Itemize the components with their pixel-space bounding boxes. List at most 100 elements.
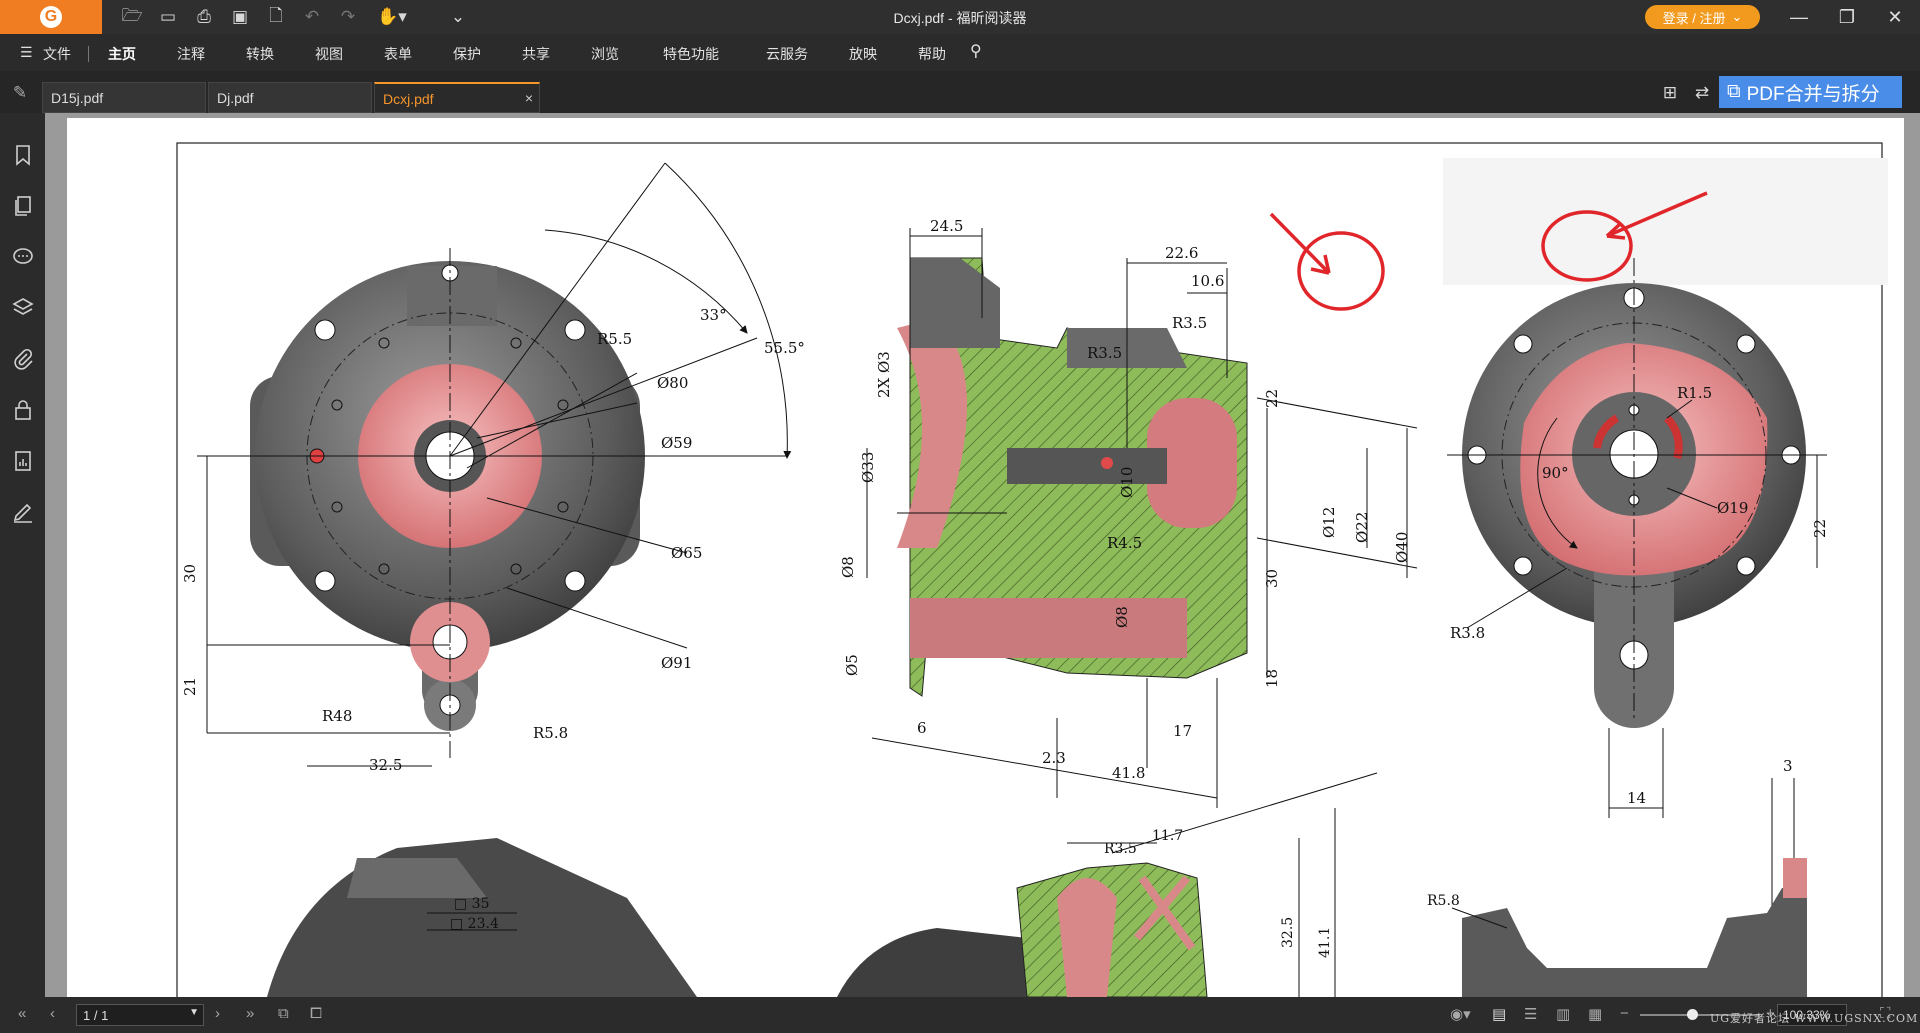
layers-icon[interactable] [11, 296, 35, 320]
menu-view[interactable]: 视图 [315, 44, 343, 64]
first-page-icon[interactable]: « [18, 1005, 26, 1022]
attachment-icon[interactable] [11, 347, 35, 371]
svg-text:Ø33: Ø33 [859, 452, 877, 483]
login-label: 登录 / 注册 [1662, 10, 1726, 26]
open-folder-icon[interactable]: 🗁 [118, 4, 146, 30]
svg-text:30: 30 [181, 564, 199, 583]
menu-convert[interactable]: 转换 [246, 44, 274, 64]
single-page-icon[interactable]: ▤ [1492, 1005, 1506, 1023]
close-window-icon[interactable]: ✕ [1874, 2, 1916, 32]
print-preview-icon[interactable]: ▣ [226, 4, 254, 30]
svg-text:41.8: 41.8 [1112, 764, 1145, 782]
tab-dj[interactable]: Dj.pdf [208, 82, 372, 113]
svg-text:2X Ø3: 2X Ø3 [875, 351, 893, 398]
redo-icon[interactable]: ↷ [334, 4, 362, 30]
new-document-icon[interactable]: 🗋 [262, 4, 290, 30]
pdf-merge-split-button[interactable]: ⧉ PDF合并与拆分 [1719, 76, 1902, 108]
pages-thumbnail-icon[interactable] [11, 194, 35, 218]
facing-pages-icon[interactable]: ▥ [1556, 1005, 1570, 1023]
switch-window-icon[interactable]: ⇄ [1688, 80, 1716, 106]
security-lock-icon[interactable] [11, 398, 35, 422]
login-button[interactable]: 登录 / 注册 ⌄ [1645, 5, 1760, 29]
svg-text:□ 35: □ 35 [454, 896, 490, 912]
continuous-facing-icon[interactable]: ▦ [1588, 1005, 1602, 1023]
app-logo[interactable]: G [0, 0, 102, 34]
svg-text:Ø5: Ø5 [843, 654, 861, 676]
left-front-view: R5.5 Ø80 Ø59 Ø65 Ø91 R5.8 R48 33° 55.5° 30 21 3… [181, 162, 805, 774]
tab-dcxj[interactable]: Dcxj.pdf × [374, 82, 540, 113]
menu-browse[interactable]: 浏览 [591, 44, 619, 64]
svg-text:R48: R48 [322, 707, 352, 725]
menu-protect[interactable]: 保护 [453, 44, 481, 64]
close-tab-icon[interactable]: × [525, 90, 533, 106]
svg-text:24.5: 24.5 [930, 217, 963, 235]
menu-share[interactable]: 共享 [522, 44, 550, 64]
menu-help[interactable]: 帮助 [918, 44, 946, 64]
svg-text:32.5: 32.5 [369, 756, 402, 774]
continuous-page-icon[interactable]: ☰ [1524, 1005, 1537, 1023]
copy-page-icon[interactable]: ⧉ [278, 1005, 289, 1022]
fullscreen-icon[interactable]: ⛶ [1880, 1005, 1891, 1022]
save-icon[interactable]: ▭ [154, 4, 182, 30]
svg-text:14: 14 [1627, 789, 1646, 807]
split-page-icon[interactable]: ⧠ [310, 1005, 322, 1022]
menu-divider [88, 46, 89, 62]
undo-icon[interactable]: ↶ [298, 4, 326, 30]
page-number-input[interactable]: 1 / 1 ▼ [76, 1004, 204, 1026]
menu-annotate[interactable]: 注释 [177, 44, 205, 64]
menu-features[interactable]: 特色功能 [663, 44, 719, 64]
comment-icon[interactable] [11, 245, 35, 269]
menu-cloud[interactable]: 云服务 [766, 44, 808, 64]
hamburger-menu-icon[interactable]: ☰ [20, 44, 33, 61]
svg-text:22.6: 22.6 [1165, 244, 1198, 262]
ribbon-menu-bar: ☰ 文件 主页 注释 转换 视图 表单 保护 共享 浏览 特色功能 云服务 放映… [0, 34, 1920, 71]
restore-icon[interactable]: ❐ [1826, 2, 1868, 32]
sign-pen-icon[interactable] [11, 500, 35, 524]
svg-text:30: 30 [1263, 569, 1281, 588]
minimize-icon[interactable]: — [1778, 2, 1820, 32]
svg-text:R3.5: R3.5 [1172, 314, 1207, 332]
svg-text:3: 3 [1783, 757, 1793, 775]
svg-text:10.6: 10.6 [1191, 272, 1224, 290]
hand-tool-icon[interactable]: ✋▾ [372, 4, 412, 30]
edit-pencil-icon[interactable]: ✎ [6, 80, 34, 106]
bottom-partial-views: R3.5 11.7 32.5 41.1 R5.8 □ 35 □ 23.4 [267, 772, 1807, 998]
zoom-slider-handle[interactable] [1687, 1009, 1698, 1020]
svg-text:R3.8: R3.8 [1450, 624, 1485, 642]
svg-text:R5.8: R5.8 [533, 724, 568, 742]
svg-text:R5.5: R5.5 [597, 330, 632, 348]
svg-text:22: 22 [1811, 519, 1829, 538]
engineering-drawing: R5.5 Ø80 Ø59 Ø65 Ø91 R5.8 R48 33° 55.5° 30 21 3… [176, 142, 1888, 1004]
chevron-down-icon: ⌄ [1731, 9, 1743, 24]
tab-d15j[interactable]: D15j.pdf [42, 82, 206, 113]
section-isometric-view: 24.5 22.6 10.6 2X Ø3 R3.5 R3.5 Ø33 Ø10 Ø12 Ø22… [839, 217, 1418, 808]
menu-slideshow[interactable]: 放映 [849, 44, 877, 64]
svg-text:Ø12: Ø12 [1320, 507, 1338, 538]
document-stats-icon[interactable] [11, 449, 35, 473]
last-page-icon[interactable]: » [246, 1005, 254, 1022]
next-page-icon[interactable]: › [215, 1005, 220, 1022]
previous-page-icon[interactable]: ‹ [50, 1005, 55, 1022]
menu-file[interactable]: 文件 [43, 44, 71, 64]
svg-text:R1.5: R1.5 [1677, 384, 1712, 402]
customize-chevron-icon[interactable]: ⌄ [444, 4, 472, 30]
eye-view-icon[interactable]: ◉▾ [1450, 1005, 1471, 1023]
svg-text:□ 23.4: □ 23.4 [450, 916, 499, 932]
svg-text:17: 17 [1173, 722, 1192, 740]
search-icon[interactable]: ⚲ [970, 41, 982, 61]
print-icon[interactable]: ⎙ [190, 4, 218, 30]
menu-form[interactable]: 表单 [384, 44, 412, 64]
page-number-value: 1 / 1 [83, 1008, 109, 1023]
svg-text:Ø80: Ø80 [657, 374, 688, 392]
pdf-page: R5.5 Ø80 Ø59 Ø65 Ø91 R5.8 R48 33° 55.5° 30 21 3… [67, 118, 1904, 1004]
document-tab-bar: ✎ D15j.pdf Dj.pdf Dcxj.pdf × ⊞ ⇄ [0, 71, 1920, 113]
svg-text:2.3: 2.3 [1042, 749, 1066, 767]
promo-label: PDF合并与拆分 [1746, 83, 1880, 105]
menu-home[interactable]: 主页 [108, 44, 136, 64]
svg-text:Ø65: Ø65 [671, 544, 702, 562]
grid-view-icon[interactable]: ⊞ [1656, 80, 1684, 106]
bookmark-icon[interactable] [11, 143, 35, 167]
svg-text:32.5: 32.5 [1280, 917, 1296, 948]
svg-text:41.1: 41.1 [1317, 927, 1333, 958]
zoom-out-icon[interactable]: − [1620, 1005, 1629, 1022]
